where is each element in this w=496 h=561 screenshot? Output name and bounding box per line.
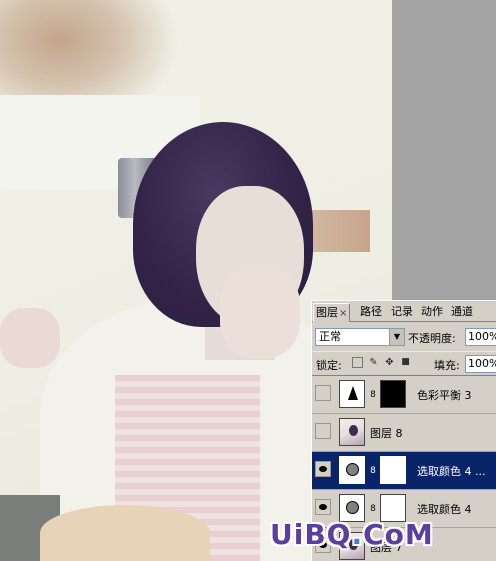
layer-row[interactable]: 8 色彩平衡 3: [312, 376, 496, 414]
tab-actions[interactable]: 动作: [419, 303, 445, 321]
lock-label: 锁定:: [316, 359, 342, 372]
eye-icon[interactable]: [315, 499, 331, 515]
tab-history-label: 记录: [391, 305, 413, 318]
tab-close-icon[interactable]: ×: [339, 308, 347, 319]
watermark-dot: .: [351, 518, 364, 551]
lock-paint-brush-icon[interactable]: ✎: [368, 357, 379, 368]
layer-mask-thumbnail[interactable]: [380, 380, 406, 408]
tab-layers[interactable]: 图层×: [313, 303, 351, 322]
layer-row-selected[interactable]: 8 选取颜色 4 ...: [312, 452, 496, 490]
blend-mode-value: 正常: [319, 330, 341, 343]
opacity-input[interactable]: 100%: [465, 328, 496, 346]
tab-layers-label: 图层: [316, 306, 338, 319]
tab-channels-label: 通道: [451, 305, 473, 318]
layer-name: 选取颜色 4: [417, 503, 472, 516]
site-watermark-logo: UiBQ.CoM: [270, 518, 434, 551]
visibility-toggle[interactable]: [315, 423, 331, 439]
panel-tabs: 图层× 路径 记录 动作 通道: [312, 301, 496, 322]
visibility-toggle[interactable]: [315, 385, 331, 401]
woman-left-hand: [0, 308, 60, 368]
layer-name: 色彩平衡 3: [417, 389, 472, 402]
chevron-down-icon[interactable]: ▼: [389, 329, 404, 345]
tab-history[interactable]: 记录: [389, 303, 415, 321]
fill-input[interactable]: 100%: [465, 355, 496, 373]
link-icon: 8: [370, 504, 376, 514]
lock-all-icon[interactable]: ■: [400, 357, 411, 368]
layer-name: 选取颜色 4 ...: [417, 465, 486, 478]
lock-transparency-icon[interactable]: [352, 357, 363, 368]
lock-move-icon[interactable]: ✥: [384, 357, 395, 368]
color-balance-adjustment-icon: [339, 380, 365, 408]
layer-mask-thumbnail[interactable]: [380, 456, 406, 484]
foreground-food: [40, 505, 210, 561]
watermark-part3: CoM: [363, 518, 434, 551]
layer-name: 图层 8: [370, 427, 403, 440]
watermark-part1: UiBQ: [270, 518, 352, 551]
tab-paths[interactable]: 路径: [358, 303, 384, 321]
blend-mode-select[interactable]: 正常 ▼: [315, 328, 405, 346]
opacity-label: 不透明度:: [408, 332, 456, 345]
lock-row: 锁定: ✎ ✥ ■ 填充: 100%: [312, 351, 496, 374]
link-icon: 8: [370, 390, 376, 400]
link-icon: 8: [370, 466, 376, 476]
blend-row: 正常 ▼ 不透明度: 100%: [312, 325, 496, 347]
fill-label: 填充:: [434, 359, 460, 372]
selective-color-adjustment-icon: [339, 456, 365, 484]
tab-channels[interactable]: 通道: [449, 303, 475, 321]
eye-icon[interactable]: [315, 461, 331, 477]
layer-row[interactable]: 图层 8: [312, 414, 496, 452]
tab-actions-label: 动作: [421, 305, 443, 318]
tab-paths-label: 路径: [360, 305, 382, 318]
woman-hand: [220, 268, 300, 358]
layer-thumbnail: [339, 418, 365, 446]
